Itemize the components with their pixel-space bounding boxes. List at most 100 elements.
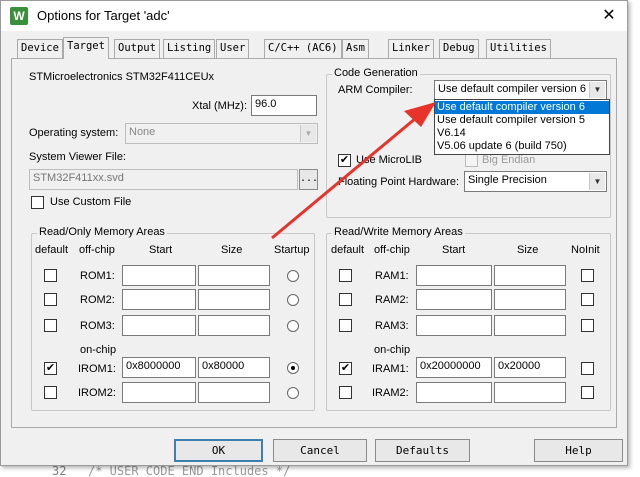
- ram1-size-input[interactable]: [494, 265, 566, 286]
- title-bar[interactable]: W Options for Target 'adc' ✕: [1, 1, 627, 31]
- help-button[interactable]: Help: [534, 439, 623, 462]
- irom2-size-input[interactable]: [198, 382, 270, 403]
- ram3-start-input[interactable]: [416, 315, 492, 336]
- rom1-size-input[interactable]: [198, 265, 270, 286]
- irom1-default-checkbox[interactable]: ✔: [44, 362, 57, 375]
- ram3-size-input[interactable]: [494, 315, 566, 336]
- ok-button[interactable]: OK: [174, 439, 263, 462]
- rom-header-size: Size: [221, 244, 243, 256]
- cancel-button[interactable]: Cancel: [273, 439, 367, 462]
- chevron-down-icon: ▼: [300, 125, 316, 142]
- rom1-default-checkbox[interactable]: [44, 269, 57, 282]
- ram2-noinit-checkbox[interactable]: [581, 293, 594, 306]
- ram1-label: RAM1:: [375, 270, 409, 282]
- irom1-start-input[interactable]: 0x8000000: [122, 357, 196, 378]
- rom2-default-checkbox[interactable]: [44, 293, 57, 306]
- ram2-default-checkbox[interactable]: [339, 293, 352, 306]
- rom1-startup-radio[interactable]: [287, 270, 299, 282]
- iram2-start-input[interactable]: [416, 382, 492, 403]
- custom-file-label: Use Custom File: [50, 196, 132, 208]
- arm-compiler-value: Use default compiler version 6: [438, 83, 586, 95]
- xtal-input[interactable]: 96.0: [251, 95, 317, 116]
- tab-output[interactable]: Output: [114, 39, 160, 58]
- rom2-start-input[interactable]: [122, 289, 196, 310]
- tab-listing[interactable]: Listing: [163, 39, 216, 58]
- svd-label: System Viewer File:: [29, 151, 126, 163]
- compiler-option[interactable]: Use default compiler version 5: [435, 114, 609, 127]
- microlib-label: Use MicroLIB: [356, 154, 423, 166]
- iram2-default-checkbox[interactable]: [339, 386, 352, 399]
- ram-header-offchip: off-chip: [374, 244, 410, 256]
- irom2-start-input[interactable]: [122, 382, 196, 403]
- xtal-label: Xtal (MHz):: [192, 100, 247, 112]
- os-select[interactable]: None ▼: [125, 123, 318, 144]
- ram-header-noinit: NoInit: [571, 244, 600, 256]
- rom3-size-input[interactable]: [198, 315, 270, 336]
- tab-debug[interactable]: Debug: [439, 39, 479, 58]
- irom1-startup-radio[interactable]: [287, 362, 299, 374]
- ram2-start-input[interactable]: [416, 289, 492, 310]
- rom2-startup-radio[interactable]: [287, 294, 299, 306]
- window-title: Options for Target 'adc': [37, 8, 170, 23]
- svd-input[interactable]: STM32F411xx.svd: [29, 169, 298, 190]
- ram1-default-checkbox[interactable]: [339, 269, 352, 282]
- irom1-size-input[interactable]: 0x80000: [198, 357, 270, 378]
- ram3-default-checkbox[interactable]: [339, 319, 352, 332]
- ram-header-size: Size: [517, 244, 539, 256]
- irom1-label: IROM1:: [78, 363, 116, 375]
- chevron-down-icon: ▼: [589, 173, 605, 190]
- ram-onchip-label: on-chip: [374, 344, 411, 356]
- irom2-label: IROM2:: [78, 387, 116, 399]
- compiler-dropdown-list[interactable]: Use default compiler version 6 Use defau…: [434, 99, 610, 155]
- defaults-button[interactable]: Defaults: [375, 439, 470, 462]
- tab-c-cpp[interactable]: C/C++ (AC6): [264, 39, 342, 58]
- iram2-noinit-checkbox[interactable]: [581, 386, 594, 399]
- iram1-size-input[interactable]: 0x20000: [494, 357, 566, 378]
- tab-user[interactable]: User: [216, 39, 250, 58]
- big-endian-checkbox[interactable]: [465, 154, 478, 167]
- ram1-noinit-checkbox[interactable]: [581, 269, 594, 282]
- rom1-label: ROM1:: [80, 270, 115, 282]
- iram1-start-input[interactable]: 0x20000000: [416, 357, 492, 378]
- tab-utilities[interactable]: Utilities: [486, 39, 551, 58]
- tab-linker[interactable]: Linker: [388, 39, 434, 58]
- iram1-noinit-checkbox[interactable]: [581, 362, 594, 375]
- ram3-noinit-checkbox[interactable]: [581, 319, 594, 332]
- options-dialog: W Options for Target 'adc' ✕ Device Targ…: [0, 0, 628, 466]
- chevron-down-icon: ▼: [589, 82, 605, 98]
- rom3-start-input[interactable]: [122, 315, 196, 336]
- keil-app-icon: W: [10, 7, 28, 25]
- iram2-label: IRAM2:: [372, 387, 409, 399]
- readonly-memory-title: Read/Only Memory Areas: [37, 226, 167, 238]
- rom-header-start: Start: [149, 244, 173, 256]
- compiler-option[interactable]: V5.06 update 6 (build 750): [435, 140, 609, 153]
- microlib-checkbox[interactable]: ✔: [338, 154, 351, 167]
- compiler-option[interactable]: V6.14: [435, 127, 609, 140]
- ram-header-start: Start: [442, 244, 466, 256]
- rom3-default-checkbox[interactable]: [44, 319, 57, 332]
- ram2-label: RAM2:: [375, 294, 409, 306]
- iram2-size-input[interactable]: [494, 382, 566, 403]
- tab-asm[interactable]: Asm: [342, 39, 369, 58]
- ram2-size-input[interactable]: [494, 289, 566, 310]
- tab-device[interactable]: Device: [17, 39, 63, 58]
- custom-file-checkbox[interactable]: [31, 196, 44, 209]
- ram1-start-input[interactable]: [416, 265, 492, 286]
- iram1-default-checkbox[interactable]: ✔: [339, 362, 352, 375]
- fp-hardware-select[interactable]: Single Precision ▼: [464, 171, 607, 192]
- irom2-startup-radio[interactable]: [287, 387, 299, 399]
- tab-target[interactable]: Target: [63, 37, 109, 59]
- rom2-size-input[interactable]: [198, 289, 270, 310]
- iram1-label: IRAM1:: [372, 363, 409, 375]
- rom1-start-input[interactable]: [122, 265, 196, 286]
- fp-hardware-value: Single Precision: [468, 174, 547, 186]
- close-icon[interactable]: ✕: [596, 4, 622, 28]
- arm-compiler-label: ARM Compiler:: [338, 84, 413, 96]
- irom2-default-checkbox[interactable]: [44, 386, 57, 399]
- compiler-option[interactable]: Use default compiler version 6: [435, 101, 609, 114]
- rom-header-offchip: off-chip: [79, 244, 115, 256]
- browse-button[interactable]: ...: [299, 169, 318, 190]
- rom3-startup-radio[interactable]: [287, 320, 299, 332]
- rom-header-default: default: [35, 244, 69, 256]
- arm-compiler-select[interactable]: Use default compiler version 6 ▼: [434, 80, 607, 100]
